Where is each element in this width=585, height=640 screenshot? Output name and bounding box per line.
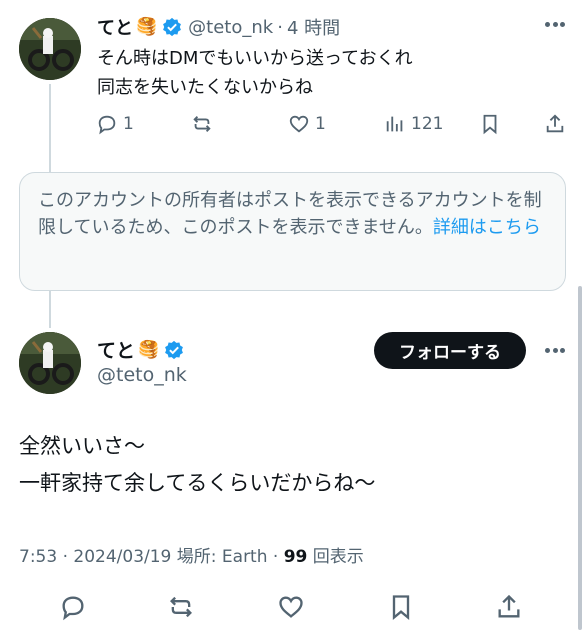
more-options-icon[interactable] [545, 22, 565, 28]
handle[interactable]: @teto_nk [188, 17, 273, 38]
avatar[interactable] [19, 332, 81, 394]
repost-button[interactable] [191, 110, 213, 138]
reply-button[interactable] [56, 590, 90, 624]
bookmark-icon [483, 114, 497, 135]
more-options-icon[interactable] [545, 348, 565, 354]
tweet-meta: 7:53 · 2024/03/19 場所: Earth · 99 回表示 [19, 542, 364, 567]
tweet-text-line: 全然いいさ〜 [19, 434, 145, 458]
views-label: 回表示 [312, 547, 364, 567]
like-button[interactable]: 1 [288, 110, 326, 138]
share-icon [498, 594, 520, 618]
avatar[interactable] [19, 18, 81, 80]
learn-more-link[interactable]: 詳細はこちら [433, 217, 541, 238]
reply-icon [62, 596, 84, 621]
share-icon [546, 114, 564, 133]
repost-icon [170, 596, 192, 618]
heart-icon [289, 115, 309, 133]
tweet-text-line: 一軒家持て余してるくらいだからね〜 [19, 471, 376, 495]
share-button[interactable] [544, 110, 566, 138]
repost-icon [193, 116, 211, 132]
display-name[interactable]: てと [97, 336, 135, 363]
reply-icon [98, 115, 116, 135]
reply-count: 1 [123, 114, 134, 134]
author-name-row: てと 🥞 [97, 336, 184, 363]
timestamp[interactable]: 7:53 · 2024/03/19 [19, 547, 171, 567]
bookmark-icon [392, 595, 410, 620]
reply-header: てと 🥞 @teto_nk · 4 時間 [97, 14, 340, 40]
reply-button[interactable]: 1 [96, 110, 134, 138]
views-button[interactable]: 121 [384, 110, 443, 138]
restricted-post-notice: このアカウントの所有者はポストを表示できるアカウントを制限しているため、このポス… [19, 172, 566, 291]
main-tweet: てと 🥞 @teto_nk フォローする 全然いいさ〜 一軒家持て余してるくらい… [0, 320, 585, 640]
view-count: 121 [411, 114, 444, 134]
like-button[interactable] [274, 590, 308, 624]
tweet-text: そん時はDMでもいいから送っておくれ 同志を失いたくないからね [97, 44, 413, 102]
bookmark-button[interactable] [384, 590, 418, 624]
action-bar [0, 590, 585, 624]
separator: · [277, 16, 283, 38]
share-button[interactable] [492, 590, 526, 624]
follow-button[interactable]: フォローする [374, 332, 526, 369]
reply-tweet[interactable]: てと 🥞 @teto_nk · 4 時間 そん時はDMでもいいから送っておくれ … [0, 0, 585, 150]
analytics-icon [386, 116, 403, 132]
view-count: 99 [283, 547, 308, 567]
tweet-text: 全然いいさ〜 一軒家持て余してるくらいだからね〜 [19, 428, 375, 502]
pancake-emoji: 🥞 [136, 17, 158, 37]
bookmark-button[interactable] [479, 110, 501, 138]
location: 場所: Earth · [176, 547, 279, 567]
tweet-text-line: そん時はDMでもいいから送っておくれ [97, 48, 413, 69]
heart-icon [279, 596, 303, 618]
verified-badge-icon[interactable] [162, 17, 182, 37]
verified-badge-icon[interactable] [164, 340, 184, 360]
timestamp[interactable]: 4 時間 [287, 14, 340, 40]
display-name[interactable]: てと [97, 14, 133, 40]
scrollbar[interactable] [578, 286, 582, 630]
handle[interactable]: @teto_nk [97, 364, 187, 386]
like-count: 1 [315, 114, 326, 134]
repost-button[interactable] [164, 590, 198, 624]
pancake-emoji: 🥞 [138, 339, 160, 360]
tweet-text-line: 同志を失いたくないからね [97, 77, 313, 98]
